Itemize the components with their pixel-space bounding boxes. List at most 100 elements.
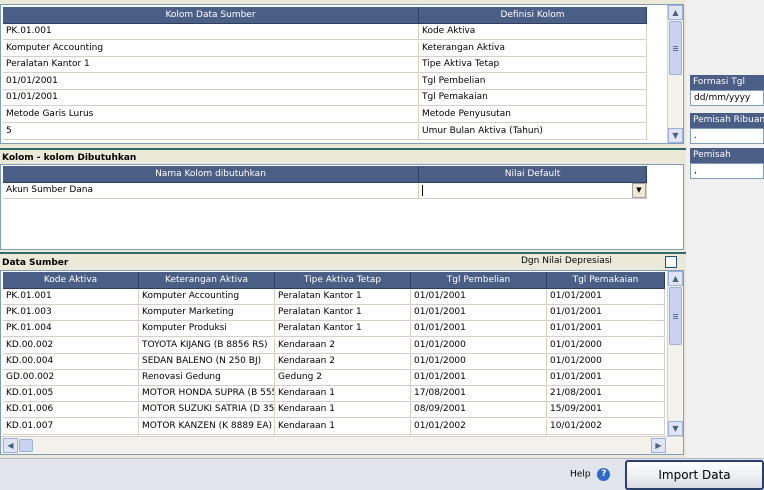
source-cell[interactable]: Komputer Produksi xyxy=(139,321,275,338)
source-header-col-0[interactable]: Kode Aktiva xyxy=(3,272,139,289)
source-cell[interactable]: 01/01/2000 xyxy=(547,337,665,354)
source-cell[interactable]: 01/01/2001 xyxy=(411,321,547,338)
source-row[interactable]: GD.00.002 Renovasi Gedung Gedung 2 01/01/20… xyxy=(3,370,665,386)
source-header-col-4[interactable]: Tgl Pemakaian xyxy=(547,272,665,289)
import-data-button[interactable]: Import Data xyxy=(625,460,764,490)
source-cell[interactable]: 01/01/2001 xyxy=(411,289,547,305)
source-cell[interactable]: Peralatan Kantor 1 xyxy=(275,321,411,338)
scroll-down-icon[interactable]: ▼ xyxy=(668,128,683,143)
source-cell[interactable]: 01/01/2001 xyxy=(411,370,547,386)
source-cell[interactable]: 01/01/2001 xyxy=(411,305,547,322)
source-cell[interactable]: Kendaraan 2 xyxy=(275,353,411,370)
source-cell[interactable]: PK.01.003 xyxy=(3,305,139,322)
source-cell[interactable]: TOYOTA KIJANG (B 8856 RS) xyxy=(139,337,275,354)
source-cell[interactable]: Kendaraan 1 xyxy=(275,418,411,435)
source-row[interactable]: PK.01.003 Komputer Marketing Peralatan Kan… xyxy=(3,305,665,322)
source-cell[interactable]: Komputer Marketing xyxy=(139,305,275,322)
source-header-col-2[interactable]: Tipe Aktiva Tetap xyxy=(275,272,411,289)
mapping-definition-cell[interactable]: Umur Bulan Aktiva (Tahun) xyxy=(419,123,647,140)
source-cell[interactable]: 01/01/2001 xyxy=(547,289,665,305)
mapping-definition-cell[interactable]: Keterangan Aktiva xyxy=(419,40,647,57)
mapping-row[interactable]: Komputer Accounting Keterangan Aktiva xyxy=(3,40,647,57)
source-cell[interactable]: KD.00.002 xyxy=(3,337,139,354)
required-header-default[interactable]: Nilai Default xyxy=(419,166,647,183)
source-row[interactable]: KD.00.004 SEDAN BALENO (N 250 BJ) Kendaraa… xyxy=(3,353,665,370)
scroll-thumb[interactable] xyxy=(669,21,682,75)
required-header-name[interactable]: Nama Kolom dibutuhkan xyxy=(3,166,419,183)
source-cell[interactable]: Peralatan Kantor 1 xyxy=(275,289,411,305)
source-cell[interactable]: PK.01.001 xyxy=(3,289,139,305)
source-header-col-1[interactable]: Keterangan Aktiva xyxy=(139,272,275,289)
mapping-source-cell[interactable]: PK.01.001 xyxy=(3,24,419,40)
source-cell[interactable]: KD.01.005 xyxy=(3,386,139,403)
mapping-source-cell[interactable]: 5 xyxy=(3,123,419,140)
source-cell[interactable]: Kendaraan 2 xyxy=(275,337,411,354)
mapping-row[interactable]: PK.01.001 Kode Aktiva xyxy=(3,24,647,40)
mapping-source-cell[interactable]: Komputer Accounting xyxy=(3,40,419,57)
source-cell[interactable]: MOTOR KANZEN (K 8889 EA) xyxy=(139,418,275,435)
source-cell[interactable]: 01/01/2000 xyxy=(411,353,547,370)
mapping-vscroll[interactable]: ▲ ▼ xyxy=(667,5,683,143)
source-cell[interactable]: 15/09/2001 xyxy=(547,402,665,419)
source-cell[interactable]: 10/01/2002 xyxy=(547,418,665,435)
source-cell[interactable]: 01/01/2000 xyxy=(411,337,547,354)
source-vscroll[interactable]: ▲ ▼ xyxy=(667,271,683,436)
thousand-separator-input[interactable]: . xyxy=(690,128,764,144)
mapping-source-cell[interactable]: 01/01/2001 xyxy=(3,90,419,107)
scroll-down-icon[interactable]: ▼ xyxy=(668,421,683,436)
source-row[interactable]: PK.01.001 Komputer Accounting Peralatan Ka… xyxy=(3,289,665,305)
source-cell[interactable]: Komputer Accounting xyxy=(139,289,275,305)
mapping-row[interactable]: Peralatan Kantor 1 Tipe Aktiva Tetap xyxy=(3,57,647,74)
source-row[interactable]: KD.01.007 MOTOR KANZEN (K 8889 EA) Kendara… xyxy=(3,418,665,435)
source-cell[interactable]: 01/01/2001 xyxy=(547,321,665,338)
scroll-right-icon[interactable]: ▶ xyxy=(651,438,666,453)
source-hscroll[interactable]: ◀ ▶ xyxy=(1,436,683,454)
source-row[interactable]: KD.01.006 MOTOR SUZUKI SATRIA (D 35 Kendar… xyxy=(3,402,665,419)
scroll-thumb[interactable] xyxy=(669,287,682,345)
source-cell[interactable]: MOTOR SUZUKI SATRIA (D 35 xyxy=(139,402,275,419)
mapping-definition-cell[interactable]: Tgl Pembelian xyxy=(419,73,647,90)
required-row[interactable]: Akun Sumber Dana ▼ xyxy=(3,183,647,199)
mapping-source-cell[interactable]: 01/01/2001 xyxy=(3,73,419,90)
source-cell[interactable]: 01/01/2002 xyxy=(411,418,547,435)
mapping-header-definition[interactable]: Definisi Kolom xyxy=(419,7,647,24)
required-name-cell[interactable]: Akun Sumber Dana xyxy=(3,183,419,199)
mapping-definition-cell[interactable]: Metode Penyusutan xyxy=(419,107,647,123)
scroll-left-icon[interactable]: ◀ xyxy=(3,438,18,453)
source-header-col-3[interactable]: Tgl Pembelian xyxy=(411,272,547,289)
mapping-source-cell[interactable]: Peralatan Kantor 1 xyxy=(3,57,419,74)
source-cell[interactable]: SEDAN BALENO (N 250 BJ) xyxy=(139,353,275,370)
source-row[interactable]: KD.00.002 TOYOTA KIJANG (B 8856 RS) Kendar… xyxy=(3,337,665,354)
separator-input[interactable]: , xyxy=(690,163,764,179)
mapping-row[interactable]: 01/01/2001 Tgl Pemakaian xyxy=(3,90,647,107)
source-cell[interactable]: KD.01.007 xyxy=(3,418,139,435)
mapping-definition-cell[interactable]: Tipe Aktiva Tetap xyxy=(419,57,647,74)
mapping-header-source[interactable]: Kolom Data Sumber xyxy=(3,7,419,24)
hscroll-thumb[interactable] xyxy=(19,439,33,452)
default-value-select[interactable]: ▼ xyxy=(419,183,647,199)
source-cell[interactable]: 01/01/2001 xyxy=(547,305,665,322)
source-cell[interactable]: 01/01/2001 xyxy=(547,370,665,386)
dropdown-arrow-icon[interactable]: ▼ xyxy=(632,183,646,198)
source-cell[interactable]: KD.00.004 xyxy=(3,353,139,370)
source-row[interactable]: KD.01.005 MOTOR HONDA SUPRA (B 5555 Kendar… xyxy=(3,386,665,403)
source-cell[interactable]: PK.01.004 xyxy=(3,321,139,338)
mapping-definition-cell[interactable]: Kode Aktiva xyxy=(419,24,647,40)
mapping-row[interactable]: Metode Garis Lurus Metode Penyusutan xyxy=(3,107,647,123)
source-cell[interactable]: Peralatan Kantor 1 xyxy=(275,305,411,322)
source-cell[interactable]: GD.00.002 xyxy=(3,370,139,386)
source-cell[interactable]: KD.01.006 xyxy=(3,402,139,419)
help-icon[interactable]: ? xyxy=(597,468,611,481)
source-cell[interactable]: Kendaraan 1 xyxy=(275,402,411,419)
mapping-row[interactable]: 01/01/2001 Tgl Pembelian xyxy=(3,73,647,90)
source-cell[interactable]: Renovasi Gedung xyxy=(139,370,275,386)
source-row[interactable]: PK.01.004 Komputer Produksi Peralatan Kant… xyxy=(3,321,665,338)
scroll-up-icon[interactable]: ▲ xyxy=(668,271,683,286)
date-format-input[interactable]: dd/mm/yyyy xyxy=(690,90,764,106)
mapping-row[interactable]: 5 Umur Bulan Aktiva (Tahun) xyxy=(3,123,647,140)
source-cell[interactable]: Kendaraan 1 xyxy=(275,386,411,403)
mapping-source-cell[interactable]: Metode Garis Lurus xyxy=(3,107,419,123)
source-cell[interactable]: Gedung 2 xyxy=(275,370,411,386)
depresiasi-checkbox[interactable] xyxy=(665,256,677,268)
source-cell[interactable]: MOTOR HONDA SUPRA (B 5555 xyxy=(139,386,275,403)
